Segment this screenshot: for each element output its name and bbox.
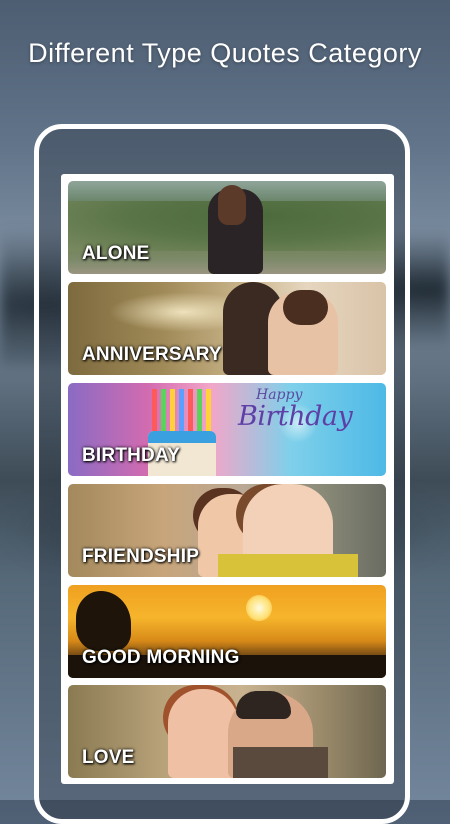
category-label: GOOD MORNING [82,647,240,668]
promo-headline: Different Type Quotes Category [28,38,422,68]
category-label: ALONE [82,243,150,264]
candles-image [152,389,214,431]
tree-silhouette-image [76,591,131,651]
category-card-alone[interactable]: ALONE [68,181,386,274]
card-image-love-coat [233,747,328,778]
category-card-love[interactable]: LOVE [68,685,386,778]
category-label: ANNIVERSARY [82,344,222,365]
category-card-good-morning[interactable]: GOOD MORNING [68,585,386,678]
card-image-love-man-hair [236,691,291,719]
card-image-anniversary-hair [283,290,328,325]
card-image-alone-hair [218,185,246,225]
sun-image [246,595,272,621]
birthday-art-birthday: Birthday [238,401,353,432]
category-label: LOVE [82,747,135,768]
category-label: BIRTHDAY [82,445,181,466]
category-card-anniversary[interactable]: ANNIVERSARY [68,282,386,375]
category-card-birthday[interactable]: Happy Birthday BIRTHDAY [68,383,386,476]
card-image-friend-shirt [218,554,358,577]
cake-frosting-image [148,431,216,443]
category-card-friendship[interactable]: FRIENDSHIP [68,484,386,577]
category-label: FRIENDSHIP [82,546,200,567]
